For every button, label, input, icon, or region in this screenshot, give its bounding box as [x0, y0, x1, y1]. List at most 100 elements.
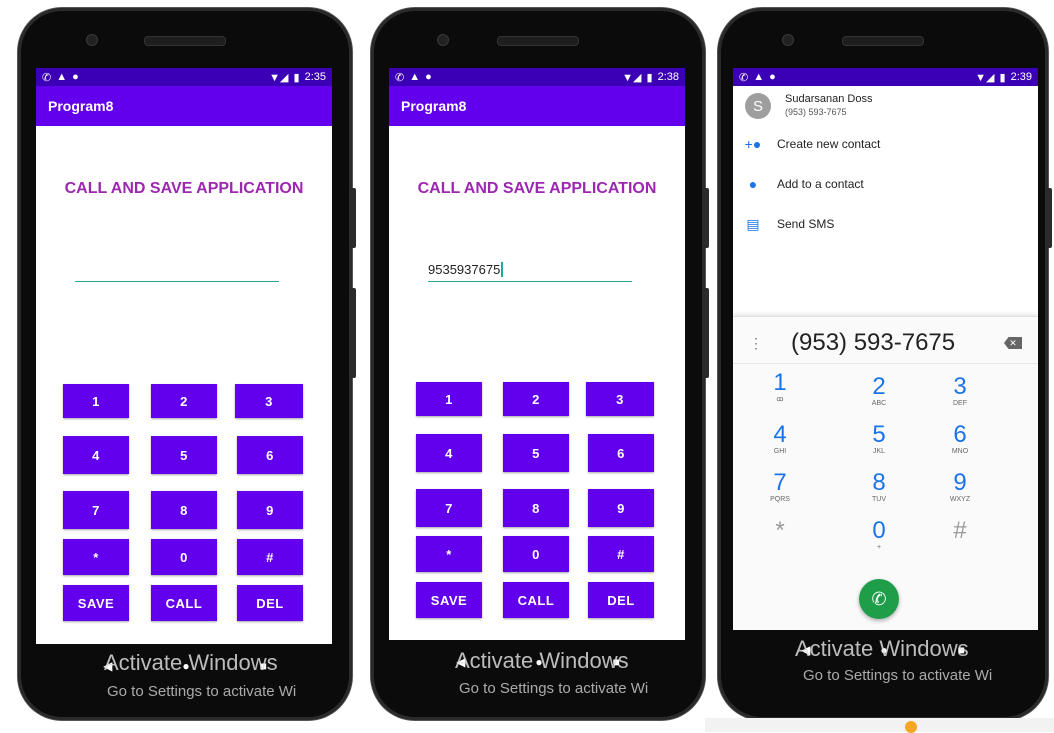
- add-to-contact-item[interactable]: ● Add to a contact: [733, 164, 1038, 204]
- key-3[interactable]: 3: [586, 382, 654, 416]
- phone-frame-3: ✆ ▲ ● ▼◢ ▮ 2:39 S Sudarsanan Doss (953) 593-…: [718, 8, 1052, 720]
- dialpad-key-6[interactable]: 6 MNO: [935, 423, 985, 456]
- key-star[interactable]: *: [416, 536, 482, 572]
- front-camera-icon: [86, 34, 98, 46]
- earpiece-speaker: [842, 36, 924, 46]
- status-time: 2:39: [1010, 71, 1032, 83]
- warning-icon: ▲: [409, 71, 421, 83]
- app-title: Program8: [36, 86, 332, 126]
- circle-icon: ●: [425, 71, 432, 83]
- key-1[interactable]: 1: [63, 384, 129, 418]
- delete-button[interactable]: DEL: [237, 585, 303, 621]
- send-sms-item[interactable]: ▤ Send SMS: [733, 204, 1038, 244]
- phone-icon: ✆: [395, 71, 405, 84]
- power-button: [1047, 188, 1052, 248]
- phone-call-icon: ✆: [871, 588, 887, 609]
- activate-windows-subtext: Go to Settings to activate Wi: [459, 680, 649, 697]
- key-hash[interactable]: #: [237, 539, 303, 575]
- save-button[interactable]: SAVE: [63, 585, 129, 621]
- dialpad-key-7[interactable]: 7 PQRS: [755, 471, 805, 504]
- key-4[interactable]: 4: [63, 436, 129, 474]
- notification-icon: [905, 721, 917, 733]
- activate-windows-watermark: Activate Windows: [104, 650, 278, 675]
- key-8[interactable]: 8: [151, 491, 217, 529]
- dialpad-key-5[interactable]: 5 JKL: [854, 423, 904, 456]
- front-camera-icon: [782, 34, 794, 46]
- dialpad-key-0[interactable]: 0 +: [854, 519, 904, 552]
- phone-frame-2: ✆ ▲ ● ▼◢ ▮ 2:38 Program8 CALL AND SAVE APPLI…: [371, 8, 709, 720]
- dialpad-key-hash[interactable]: #: [935, 519, 985, 543]
- person-icon: ●: [748, 176, 758, 192]
- key-hash[interactable]: #: [588, 536, 654, 572]
- key-3[interactable]: 3: [235, 384, 303, 418]
- phone-icon: ✆: [42, 71, 52, 84]
- earpiece-speaker: [497, 36, 579, 46]
- dial-call-button[interactable]: ✆: [859, 579, 899, 619]
- volume-button: [704, 288, 709, 378]
- backspace-icon[interactable]: ✕: [1004, 337, 1022, 349]
- key-4[interactable]: 4: [416, 434, 482, 472]
- contact-name: Sudarsanan Doss: [785, 93, 873, 105]
- page-heading: CALL AND SAVE APPLICATION: [64, 180, 304, 197]
- key-7[interactable]: 7: [63, 491, 129, 529]
- power-button: [351, 188, 356, 248]
- key-1[interactable]: 1: [416, 382, 482, 416]
- signal-icon: ▼◢: [975, 71, 995, 84]
- dialpad-panel: ⋮ (953) 593-7675 ✕ 1ꝏ 2 ABC 3 DEF 4 GHI 5 JK…: [733, 316, 1038, 630]
- dialpad-key-4[interactable]: 4 GHI: [755, 423, 805, 456]
- message-icon: ▤: [746, 215, 760, 232]
- number-input[interactable]: [75, 256, 279, 282]
- key-8[interactable]: 8: [503, 489, 569, 527]
- dialpad-key-8[interactable]: 8 TUV: [854, 471, 904, 504]
- status-time: 2:35: [304, 71, 326, 83]
- key-5[interactable]: 5: [503, 434, 569, 472]
- phone-frame-1: ✆ ▲ ● ▼◢ ▮ 2:35 Program8 CALL AND SAVE APPLI…: [18, 8, 356, 720]
- key-7[interactable]: 7: [416, 489, 482, 527]
- app-screen: ✆ ▲ ● ▼◢ ▮ 2:38 Program8 CALL AND SAVE APPLI…: [389, 68, 685, 640]
- key-9[interactable]: 9: [588, 489, 654, 527]
- earpiece-speaker: [144, 36, 226, 46]
- key-2[interactable]: 2: [151, 384, 217, 418]
- key-0[interactable]: 0: [503, 536, 569, 572]
- key-2[interactable]: 2: [503, 382, 569, 416]
- call-button[interactable]: CALL: [503, 582, 569, 618]
- delete-button[interactable]: DEL: [588, 582, 654, 618]
- activate-windows-watermark: Activate Windows: [795, 636, 969, 661]
- add-person-icon: +●: [744, 136, 762, 152]
- number-input-value: 9535937675: [428, 262, 501, 277]
- key-6[interactable]: 6: [588, 434, 654, 472]
- key-star[interactable]: *: [63, 539, 129, 575]
- contact-suggestion[interactable]: S Sudarsanan Doss (953) 593-7675: [733, 88, 1038, 124]
- create-new-contact-label: Create new contact: [777, 137, 881, 151]
- overflow-menu-icon[interactable]: ⋮: [749, 335, 763, 352]
- page-heading: CALL AND SAVE APPLICATION: [417, 180, 657, 197]
- dialpad-key-3[interactable]: 3 DEF: [935, 375, 985, 408]
- warning-icon: ▲: [753, 71, 765, 83]
- status-time: 2:38: [657, 71, 679, 83]
- text-cursor: [501, 262, 504, 277]
- dialpad-key-star[interactable]: *: [755, 519, 805, 543]
- app-screen: ✆ ▲ ● ▼◢ ▮ 2:35 Program8 CALL AND SAVE APPLI…: [36, 68, 332, 644]
- create-new-contact-item[interactable]: +● Create new contact: [733, 124, 1038, 164]
- dialpad-key-1[interactable]: 1ꝏ: [755, 371, 805, 404]
- send-sms-label: Send SMS: [777, 217, 835, 231]
- front-camera-icon: [437, 34, 449, 46]
- key-6[interactable]: 6: [237, 436, 303, 474]
- circle-icon: ●: [769, 71, 776, 83]
- circle-icon: ●: [72, 71, 79, 83]
- activate-windows-subtext: Go to Settings to activate Wi: [803, 667, 993, 684]
- key-9[interactable]: 9: [237, 491, 303, 529]
- key-0[interactable]: 0: [151, 539, 217, 575]
- taskbar-strip: [705, 718, 1054, 733]
- dialpad-key-9[interactable]: 9 WXYZ: [935, 471, 985, 504]
- battery-icon: ▮: [999, 71, 1006, 84]
- battery-icon: ▮: [646, 71, 653, 84]
- app-title: Program8: [389, 86, 685, 126]
- call-button[interactable]: CALL: [151, 585, 217, 621]
- activate-windows-watermark: Activate Windows: [455, 648, 629, 673]
- power-button: [704, 188, 709, 248]
- key-5[interactable]: 5: [151, 436, 217, 474]
- dialpad-key-2[interactable]: 2 ABC: [854, 375, 904, 408]
- save-button[interactable]: SAVE: [416, 582, 482, 618]
- number-input[interactable]: 9535937675: [428, 256, 632, 282]
